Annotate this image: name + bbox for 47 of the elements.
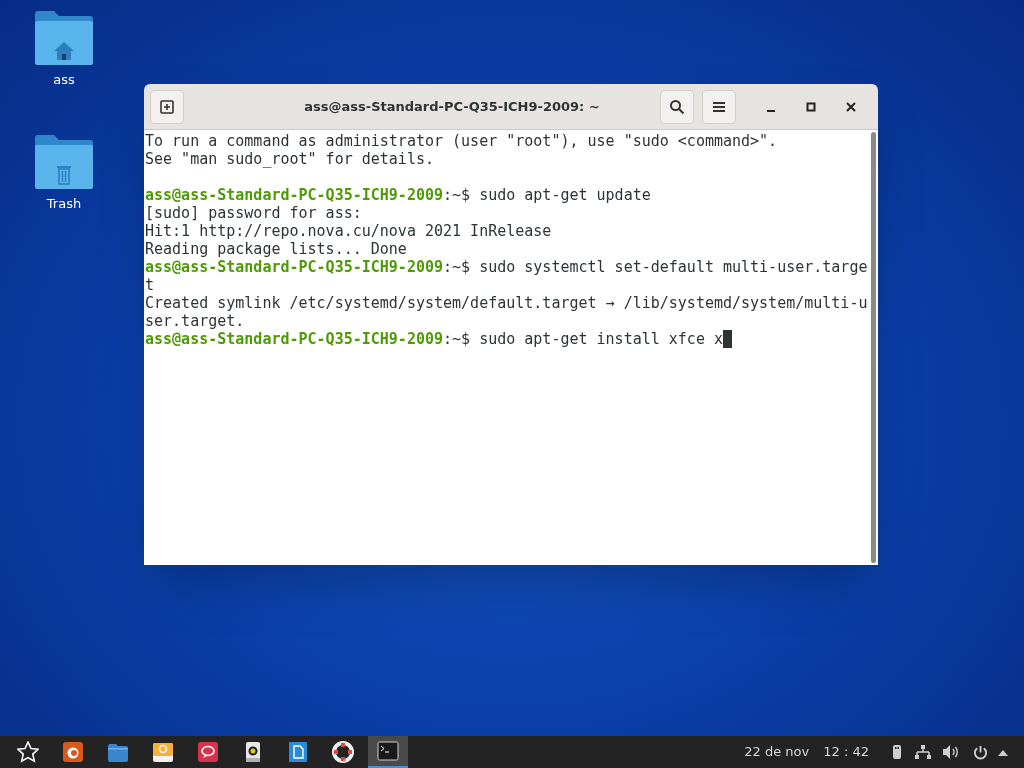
browser-app-icon <box>62 741 84 763</box>
terminal-output-line: ser.target. <box>145 312 245 330</box>
terminal-output-line: [sudo] password for ass: <box>145 204 362 222</box>
terminal-output-line: Hit:1 http://repo.nova.cu/nova 2021 InRelease <box>145 222 552 240</box>
prompt-user-host: ass@ass-Standard-PC-Q35-ICH9-2009 <box>145 258 443 276</box>
home-folder-icon[interactable] <box>34 10 94 66</box>
chat-bubble-app-icon <box>197 741 219 763</box>
power-icon[interactable] <box>973 744 988 760</box>
folder-app-icon <box>107 741 129 763</box>
menu-button[interactable] <box>702 89 736 124</box>
desktop-icon-label[interactable]: Trash <box>46 194 82 214</box>
desktop-icon-label[interactable]: ass <box>53 70 75 90</box>
new-tab-button[interactable] <box>150 89 184 124</box>
prompt-path: :~$ <box>443 330 471 348</box>
search-icon <box>669 98 685 115</box>
document-app-icon <box>287 741 309 763</box>
favorites-star-icon <box>17 741 39 763</box>
new-tab-icon <box>160 99 174 114</box>
network-icon[interactable] <box>915 745 931 759</box>
close-icon <box>846 101 856 112</box>
mail-app-icon <box>152 741 174 763</box>
date-label: 22 de nov <box>744 743 810 762</box>
prompt-user-host: ass@ass-Standard-PC-Q35-ICH9-2009 <box>145 330 443 348</box>
terminal-output-line: To run a command as administrator (user "root"), use "sudo <command>". <box>145 132 778 150</box>
prompt-path: :~$ <box>443 186 471 204</box>
command-text: sudo apt-get update <box>478 186 651 204</box>
maximize-icon <box>806 101 816 112</box>
minimize-icon <box>766 109 776 112</box>
terminal-output-line: t <box>145 276 155 294</box>
clock-label: 12 : 42 <box>823 743 869 762</box>
terminal-output-line: See "man sudo_root" for details. <box>145 150 434 168</box>
tray-expand-icon[interactable] <box>998 748 1008 756</box>
trash-folder-icon[interactable] <box>34 134 94 190</box>
lifebuoy-app-icon <box>332 741 354 763</box>
command-text: sudo apt-get install xfce x <box>478 330 723 348</box>
window-title: ass@ass-Standard-PC-Q35-ICH9-2009: ~ <box>304 97 600 116</box>
volume-icon[interactable] <box>943 745 959 759</box>
menu-icon <box>713 101 725 112</box>
search-button[interactable] <box>660 89 694 124</box>
terminal-app-icon <box>377 740 399 762</box>
terminal-output-line: Created symlink /etc/systemd/system/default.target → /lib/systemd/system/multi-u <box>145 294 868 312</box>
command-text: sudo systemctl set-default multi-user.targe <box>478 258 868 276</box>
prompt-path: :~$ <box>443 258 471 276</box>
prompt-user-host: ass@ass-Standard-PC-Q35-ICH9-2009 <box>145 186 443 204</box>
scrollbar-thumb[interactable] <box>870 132 876 563</box>
usb-icon[interactable] <box>893 745 901 759</box>
terminal-output-line: Reading package lists... Done <box>145 240 407 258</box>
